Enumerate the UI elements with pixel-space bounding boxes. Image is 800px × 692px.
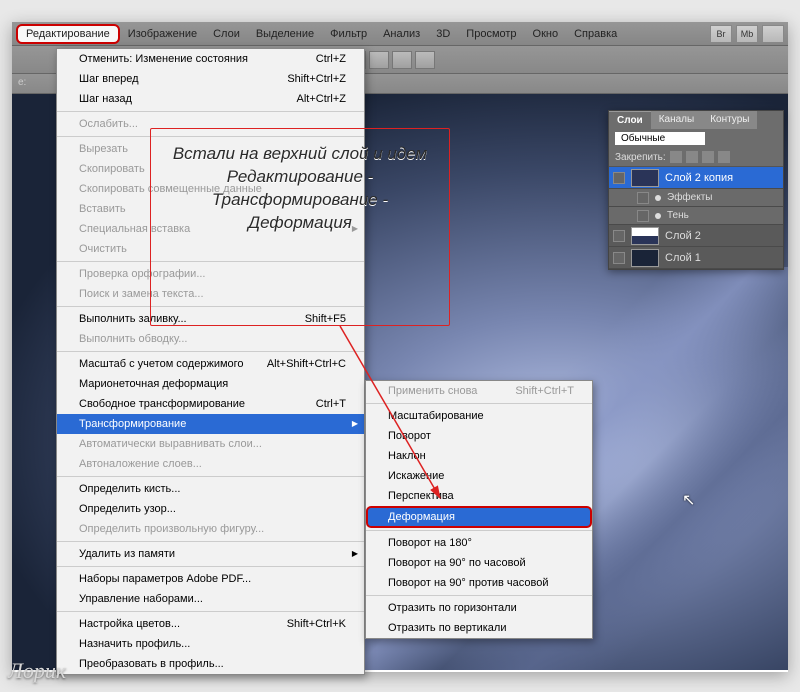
- menu-convert-profile[interactable]: Преобразовать в профиль...: [57, 654, 364, 674]
- layer-name: Слой 1: [665, 252, 701, 264]
- fx-icon: [655, 195, 661, 201]
- mini-bridge-button[interactable]: Mb: [736, 25, 758, 43]
- layer-row[interactable]: Слой 1: [609, 247, 783, 269]
- menu-help[interactable]: Справка: [566, 26, 625, 42]
- menu-puppet-warp[interactable]: Марионеточная деформация: [57, 374, 364, 394]
- visibility-icon[interactable]: [637, 210, 649, 222]
- menu-assign-profile[interactable]: Назначить профиль...: [57, 634, 364, 654]
- menu-image[interactable]: Изображение: [120, 26, 205, 42]
- watermark: Лорик: [8, 658, 66, 684]
- layer-name: Слой 2 копия: [665, 172, 733, 184]
- layer-name: Эффекты: [667, 192, 712, 203]
- menu-layers[interactable]: Слои: [205, 26, 248, 42]
- layer-row[interactable]: Слой 2: [609, 225, 783, 247]
- menu-content-aware-scale[interactable]: Масштаб с учетом содержимогоAlt+Shift+Ct…: [57, 354, 364, 374]
- menu-define-pattern[interactable]: Определить узор...: [57, 499, 364, 519]
- submenu-rotate-90cw[interactable]: Поворот на 90° по часовой: [366, 553, 592, 573]
- lock-fill-icon[interactable]: [718, 151, 730, 163]
- submenu-warp[interactable]: Деформация: [366, 506, 592, 528]
- menu-pdf-presets[interactable]: Наборы параметров Adobe PDF...: [57, 569, 364, 589]
- layer-thumbnail: [631, 249, 659, 267]
- submenu-flip-v[interactable]: Отразить по вертикали: [366, 618, 592, 638]
- menu-define-brush[interactable]: Определить кисть...: [57, 479, 364, 499]
- menu-auto-align: Автоматически выравнивать слои...: [57, 434, 364, 454]
- menu-view[interactable]: Просмотр: [458, 26, 524, 42]
- fx-icon: [655, 213, 661, 219]
- submenu-again: Применить сноваShift+Ctrl+T: [366, 381, 592, 401]
- lock-label: Закрепить:: [615, 152, 666, 163]
- layer-row[interactable]: Слой 2 копия: [609, 167, 783, 189]
- lock-position-icon[interactable]: [686, 151, 698, 163]
- menu-auto-blend: Автоналожение слоев...: [57, 454, 364, 474]
- layer-thumbnail: [631, 169, 659, 187]
- layer-name: Тень: [667, 210, 689, 221]
- menu-stroke: Выполнить обводку...: [57, 329, 364, 349]
- tab-channels[interactable]: Каналы: [651, 111, 703, 129]
- bridge-button[interactable]: Br: [710, 25, 732, 43]
- menu-transform[interactable]: Трансформирование▶: [57, 414, 364, 434]
- submenu-flip-h[interactable]: Отразить по горизонтали: [366, 598, 592, 618]
- menu-define-shape: Определить произвольную фигуру...: [57, 519, 364, 539]
- layers-panel: Слои Каналы Контуры Обычные Закрепить: С…: [608, 110, 784, 270]
- submenu-perspective[interactable]: Перспектива: [366, 486, 592, 506]
- visibility-icon[interactable]: [613, 252, 625, 264]
- menu-3d[interactable]: 3D: [428, 26, 458, 42]
- menu-filter[interactable]: Фильтр: [322, 26, 375, 42]
- lock-pixels-icon[interactable]: [670, 151, 682, 163]
- submenu-skew[interactable]: Наклон: [366, 446, 592, 466]
- menu-color-settings[interactable]: Настройка цветов...Shift+Ctrl+K: [57, 614, 364, 634]
- menu-free-transform[interactable]: Свободное трансформированиеCtrl+T: [57, 394, 364, 414]
- menu-step-forward[interactable]: Шаг впередShift+Ctrl+Z: [57, 69, 364, 89]
- tool-icon[interactable]: [369, 51, 389, 69]
- blend-mode-select[interactable]: Обычные: [615, 132, 705, 145]
- menu-step-backward[interactable]: Шаг назадAlt+Ctrl+Z: [57, 89, 364, 109]
- menu-edit[interactable]: Редактирование: [16, 24, 120, 44]
- visibility-icon[interactable]: [613, 172, 625, 184]
- menubar-extra-button[interactable]: [762, 25, 784, 43]
- annotation-callout: Встали на верхний слой и идем Редактиров…: [150, 128, 450, 326]
- layer-name: Слой 2: [665, 230, 701, 242]
- menubar: Редактирование Изображение Слои Выделени…: [12, 22, 788, 46]
- menu-purge[interactable]: Удалить из памяти▶: [57, 544, 364, 564]
- menu-preset-manager[interactable]: Управление наборами...: [57, 589, 364, 609]
- tool-icon[interactable]: [392, 51, 412, 69]
- lock-all-icon[interactable]: [702, 151, 714, 163]
- tab-paths[interactable]: Контуры: [702, 111, 757, 129]
- submenu-rotate-180[interactable]: Поворот на 180°: [366, 533, 592, 553]
- submenu-distort[interactable]: Искажение: [366, 466, 592, 486]
- menu-analysis[interactable]: Анализ: [375, 26, 428, 42]
- layer-fx-row[interactable]: Тень: [609, 207, 783, 225]
- visibility-icon[interactable]: [613, 230, 625, 242]
- submenu-rotate[interactable]: Поворот: [366, 426, 592, 446]
- submenu-scale[interactable]: Масштабирование: [366, 406, 592, 426]
- tool-icon[interactable]: [415, 51, 435, 69]
- layer-fx-row[interactable]: Эффекты: [609, 189, 783, 207]
- menu-select[interactable]: Выделение: [248, 26, 322, 42]
- menu-window[interactable]: Окно: [525, 26, 567, 42]
- tab-layers[interactable]: Слои: [609, 111, 651, 129]
- mouse-cursor-icon: ↖: [682, 490, 695, 510]
- visibility-icon[interactable]: [637, 192, 649, 204]
- submenu-rotate-90ccw[interactable]: Поворот на 90° против часовой: [366, 573, 592, 593]
- transform-submenu: Применить сноваShift+Ctrl+T Масштабирова…: [365, 380, 593, 639]
- menu-undo[interactable]: Отменить: Изменение состоянияCtrl+Z: [57, 49, 364, 69]
- layer-thumbnail: [631, 227, 659, 245]
